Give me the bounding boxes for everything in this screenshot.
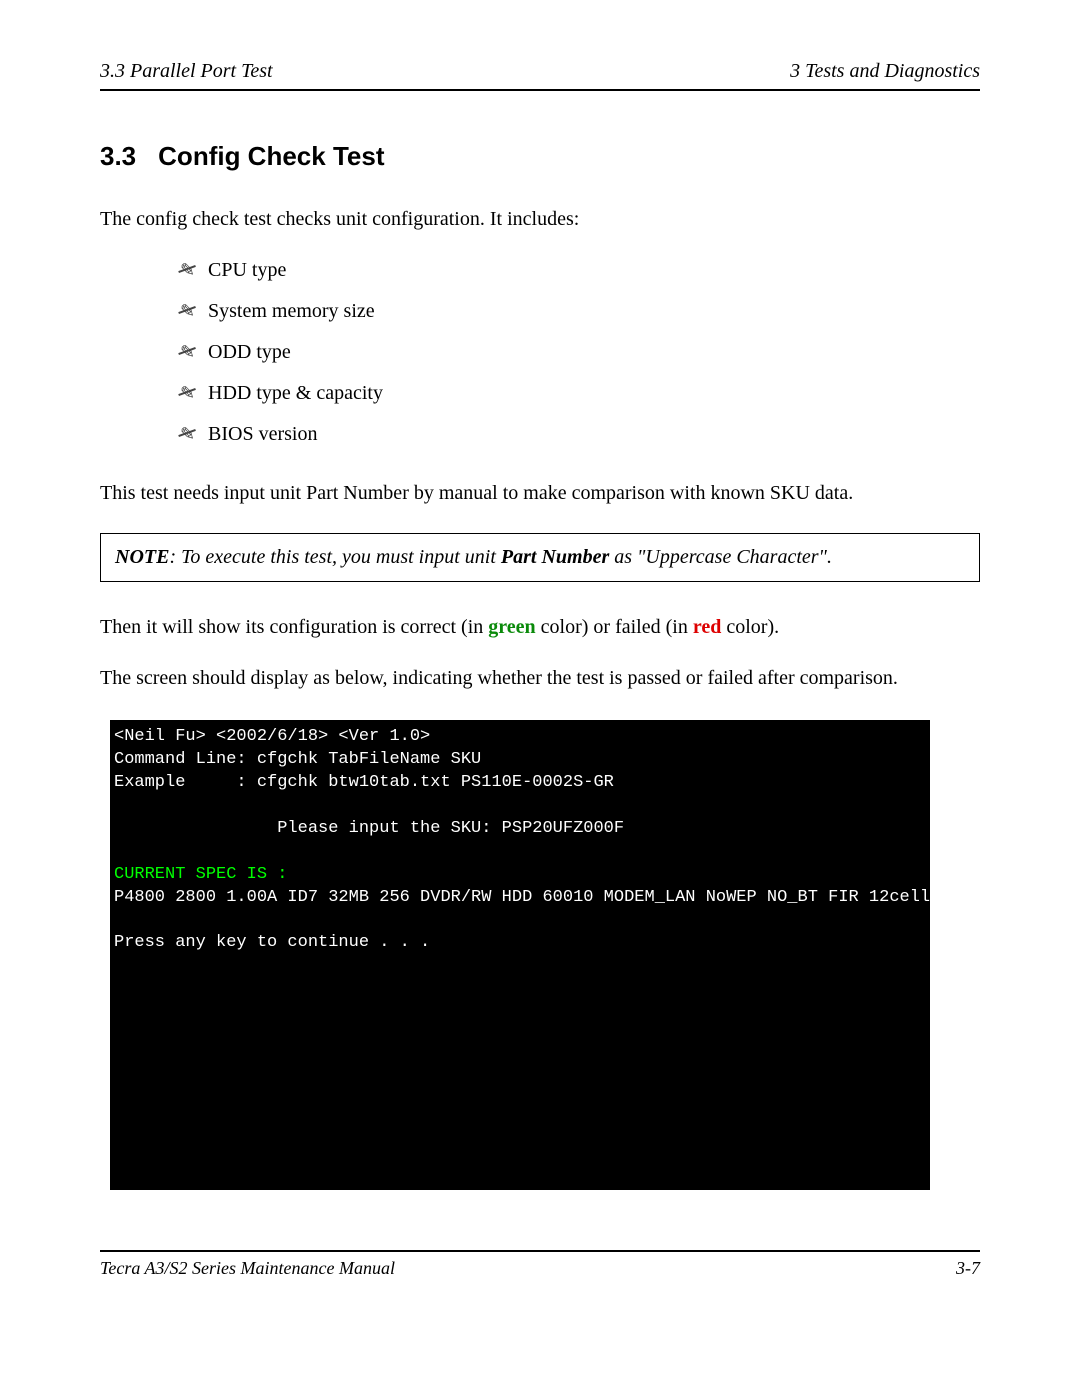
term-line: Example : cfgchk btw10tab.txt PS110E-000… xyxy=(114,773,614,792)
page-header: 3.3 Parallel Port Test 3 Tests and Diagn… xyxy=(100,60,980,83)
footer-left: Tecra A3/S2 Series Maintenance Manual xyxy=(100,1258,395,1279)
footer-right: 3-7 xyxy=(956,1258,980,1279)
footer-rule xyxy=(100,1250,980,1252)
page-footer: Tecra A3/S2 Series Maintenance Manual 3-… xyxy=(100,1258,980,1279)
pencil-icon: ✎ xyxy=(180,342,208,363)
term-line: Please input the SKU: PSP20UFZ000F xyxy=(114,819,624,838)
list-item: ✎ CPU type xyxy=(180,259,980,282)
list-item-label: System memory size xyxy=(208,300,375,323)
note-box: NOTE: To execute this test, you must inp… xyxy=(100,533,980,582)
list-item: ✎ ODD type xyxy=(180,341,980,364)
header-rule xyxy=(100,89,980,91)
note-text-before: : To execute this test, you must input u… xyxy=(169,546,500,568)
term-line: <Neil Fu> <2002/6/18> <Ver 1.0> xyxy=(114,727,430,746)
intro-text: The config check test checks unit config… xyxy=(100,208,980,231)
term-line-green: CURRENT SPEC IS : xyxy=(114,865,287,884)
header-left: 3.3 Parallel Port Test xyxy=(100,60,273,83)
list-item: ✎ System memory size xyxy=(180,300,980,323)
term-line: Press any key to continue . . . xyxy=(114,933,430,952)
result-mid: color) or failed (in xyxy=(536,616,693,638)
pencil-icon: ✎ xyxy=(180,301,208,322)
list-item: ✎ HDD type & capacity xyxy=(180,382,980,405)
note-emph: Part Number xyxy=(501,546,609,568)
list-item: ✎ BIOS version xyxy=(180,423,980,446)
note-text-after: as "Uppercase Character". xyxy=(609,546,832,568)
below-sentence: The screen should display as below, indi… xyxy=(100,667,980,690)
paragraph-after-list: This test needs input unit Part Number b… xyxy=(100,482,980,505)
pencil-icon: ✎ xyxy=(180,424,208,445)
term-line: Command Line: cfgchk TabFileName SKU xyxy=(114,750,481,769)
list-item-label: HDD type & capacity xyxy=(208,382,383,405)
red-word: red xyxy=(693,616,722,638)
terminal-screenshot: <Neil Fu> <2002/6/18> <Ver 1.0> Command … xyxy=(110,720,930,1190)
term-line: P4800 2800 1.00A ID7 32MB 256 DVDR/RW HD… xyxy=(114,888,930,907)
result-before: Then it will show its configuration is c… xyxy=(100,616,488,638)
list-item-label: CPU type xyxy=(208,259,286,282)
section-heading: 3.3 Config Check Test xyxy=(100,141,980,172)
section-number: 3.3 xyxy=(100,141,136,171)
header-right: 3 Tests and Diagnostics xyxy=(790,60,980,83)
result-after: color). xyxy=(721,616,779,638)
pencil-icon: ✎ xyxy=(180,260,208,281)
check-list: ✎ CPU type ✎ System memory size ✎ ODD ty… xyxy=(100,259,980,446)
pencil-icon: ✎ xyxy=(180,383,208,404)
section-title: Config Check Test xyxy=(158,141,384,171)
list-item-label: ODD type xyxy=(208,341,291,364)
list-item-label: BIOS version xyxy=(208,423,317,446)
note-label: NOTE xyxy=(115,546,169,568)
green-word: green xyxy=(488,616,535,638)
result-sentence: Then it will show its configuration is c… xyxy=(100,616,980,639)
